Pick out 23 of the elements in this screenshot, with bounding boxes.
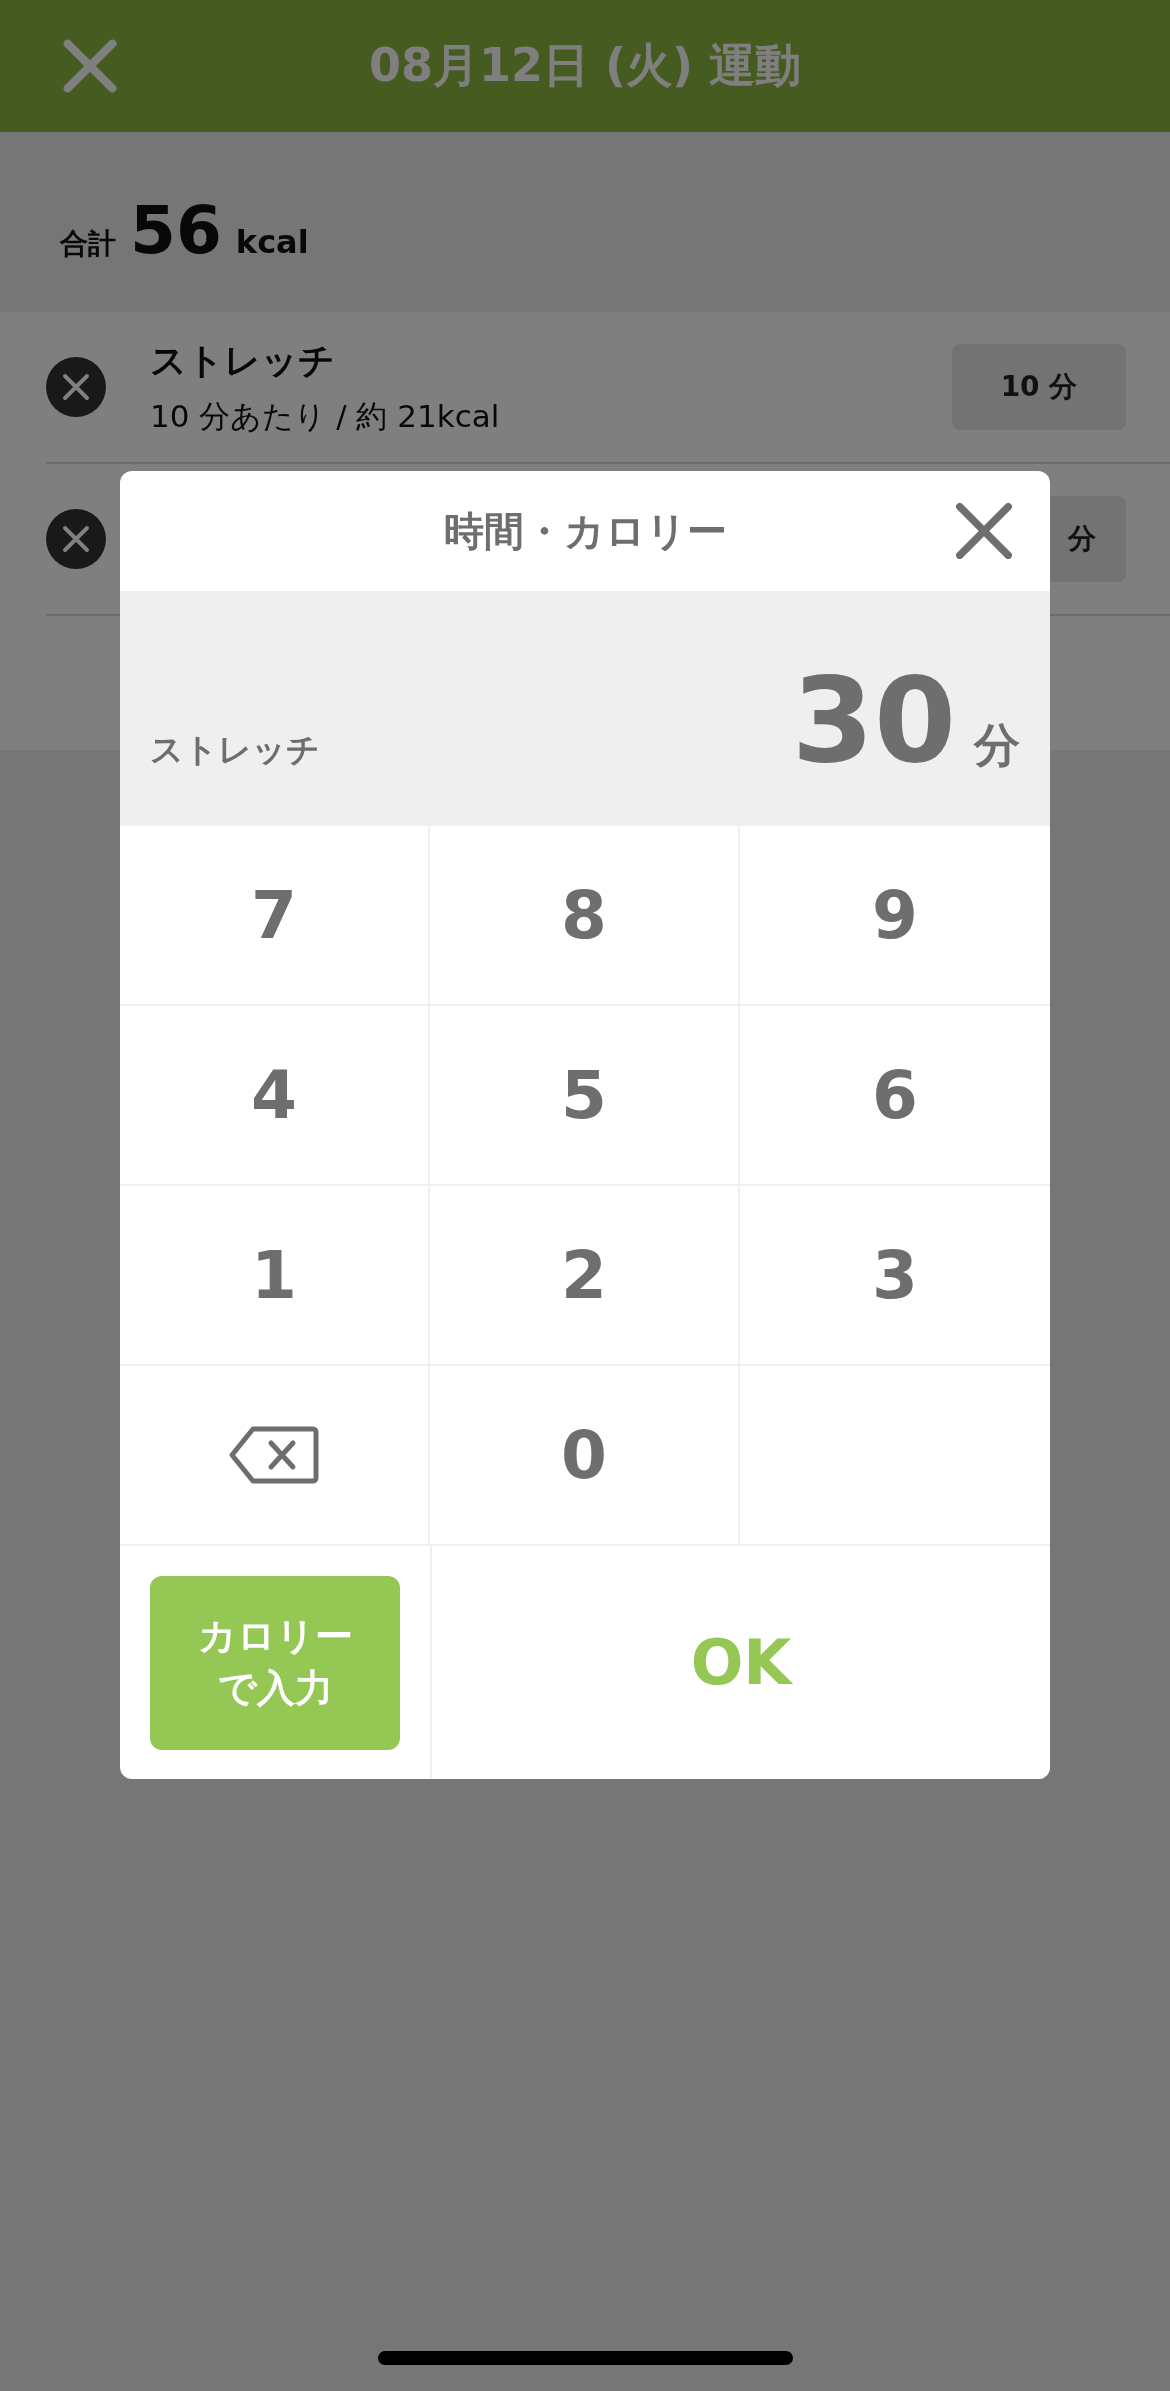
delete-icon[interactable] [46,357,106,417]
exercise-detail: 10 分あたり / 約 21kcal [150,396,501,436]
header-title: 08月12日 (火) 運動 [368,37,802,94]
minutes-value: 30 [791,651,956,789]
digit-key[interactable]: 4 [120,1006,430,1186]
total-unit: kcal [235,223,309,261]
delete-icon[interactable] [46,509,106,569]
digit-key[interactable]: 0 [430,1366,740,1546]
digit-key[interactable]: 8 [430,826,740,1006]
backspace-icon [229,1425,319,1485]
time-button[interactable]: 10 分 [952,344,1126,430]
digit-key[interactable]: 5 [430,1006,740,1186]
digit-key[interactable]: 2 [430,1186,740,1366]
total-value: 56 [130,192,222,269]
backspace-key[interactable] [120,1366,430,1546]
digit-key[interactable]: 7 [120,826,430,1006]
dialog-title: 時間・カロリー [443,506,727,556]
digit-key[interactable]: 1 [120,1186,430,1366]
total-label: 合計 [60,226,116,262]
exercise-name: ストレッチ [150,729,321,771]
exercise-name: ストレッチ [150,338,336,383]
minutes-unit: 分 [974,717,1020,774]
close-icon[interactable] [956,503,1012,559]
